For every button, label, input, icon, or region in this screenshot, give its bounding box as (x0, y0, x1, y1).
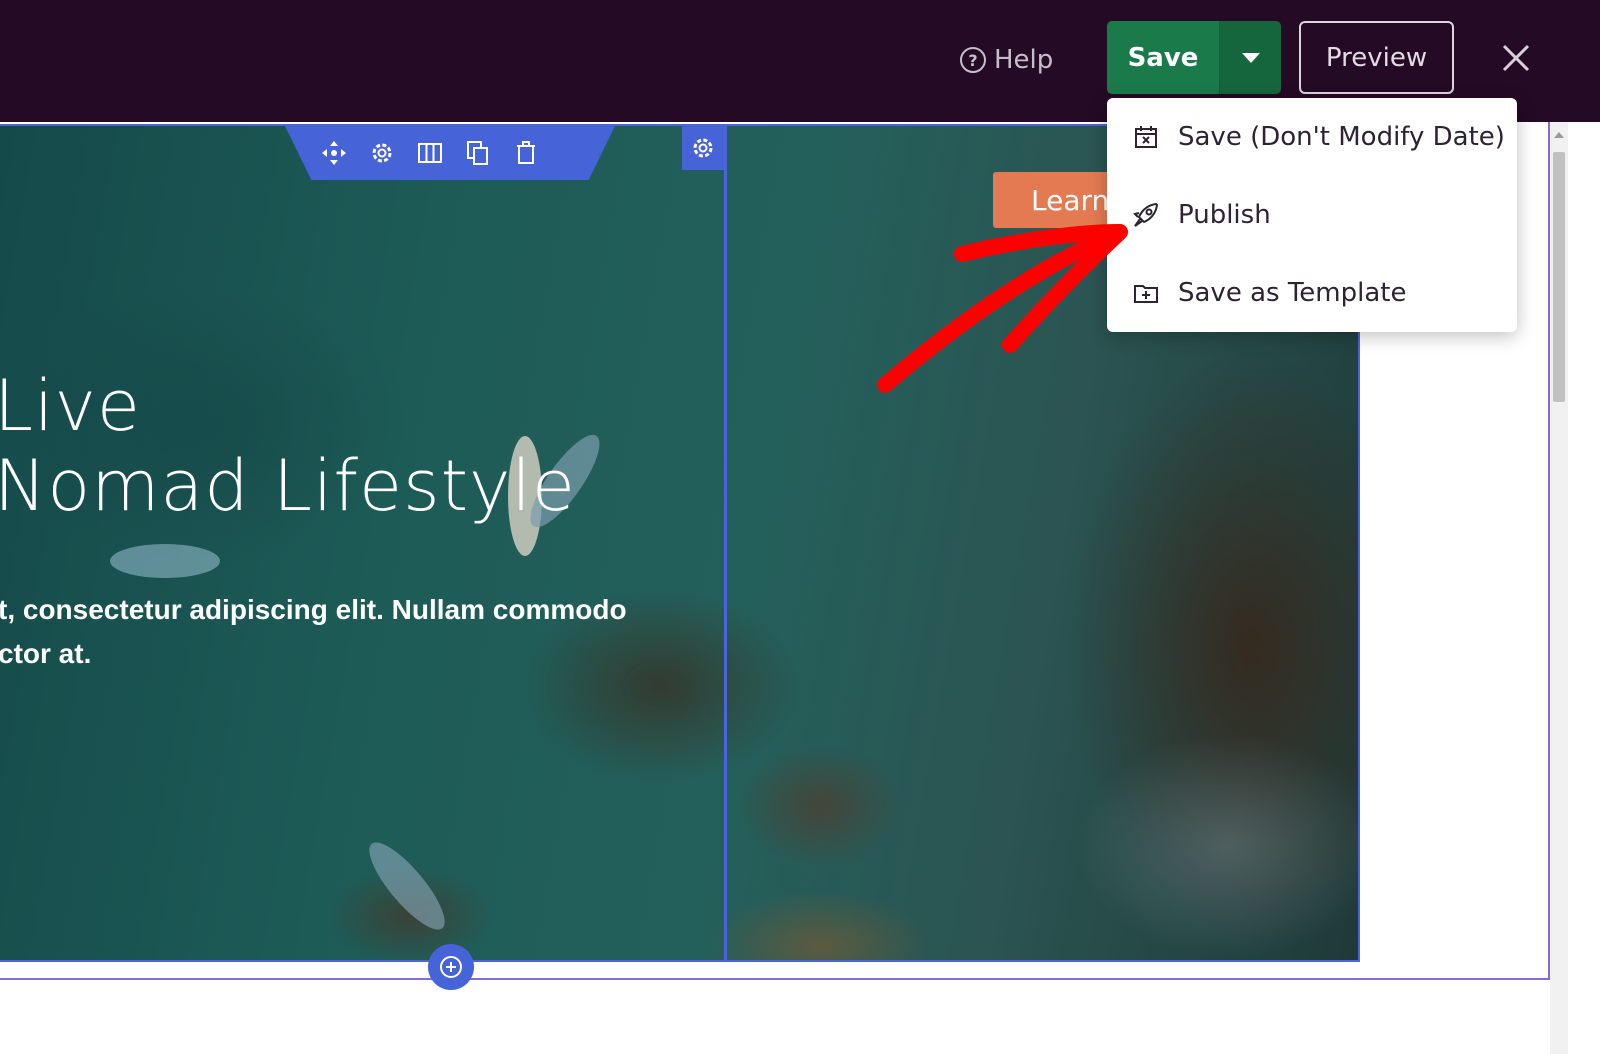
hero-text: t, consectetur adipiscing elit. Nullam c… (0, 594, 627, 669)
menu-item-label: Publish (1178, 200, 1271, 230)
column-divider (724, 126, 727, 960)
learn-more-button[interactable]: Learn (993, 172, 1123, 228)
save-dont-modify-date-item[interactable]: Save (Don't Modify Date) (1107, 107, 1517, 167)
save-as-template-item[interactable]: Save as Template (1107, 263, 1517, 323)
save-button-group: Save (1107, 21, 1281, 94)
row-settings-icon[interactable] (369, 140, 395, 166)
save-options-toggle[interactable] (1220, 21, 1281, 94)
scrollbar[interactable] (1550, 122, 1568, 1054)
help-link[interactable]: ? Help (960, 40, 1053, 80)
publish-item[interactable]: Publish (1107, 185, 1517, 245)
calendar-x-icon (1131, 122, 1161, 152)
duplicate-icon[interactable] (465, 140, 491, 166)
menu-item-label: Save as Template (1178, 278, 1407, 308)
menu-item-label: Save (Don't Modify Date) (1178, 122, 1505, 152)
save-options-menu: Save (Don't Modify Date) Publish Save as… (1107, 98, 1517, 332)
add-section-button[interactable] (428, 944, 474, 990)
columns-icon[interactable] (417, 140, 443, 166)
hero-title: Live Nomad Lifestyle (0, 365, 576, 527)
column-settings-icon[interactable] (682, 126, 724, 170)
move-icon[interactable] (321, 140, 347, 166)
plus-circle-icon (440, 956, 462, 978)
save-button[interactable]: Save (1107, 21, 1220, 94)
scroll-up-icon[interactable] (1554, 132, 1564, 138)
help-icon: ? (960, 47, 986, 73)
close-icon[interactable] (1496, 38, 1536, 78)
row-toolbar (285, 126, 615, 180)
preview-button[interactable]: Preview (1299, 21, 1454, 94)
kayak-image (110, 544, 220, 578)
help-label: Help (994, 45, 1054, 75)
scrollbar-thumb[interactable] (1553, 152, 1565, 402)
rocket-icon (1131, 200, 1161, 230)
caret-down-icon (1241, 52, 1260, 63)
trash-icon[interactable] (513, 140, 539, 166)
folder-plus-icon (1131, 278, 1161, 308)
kayak-image (358, 832, 456, 940)
